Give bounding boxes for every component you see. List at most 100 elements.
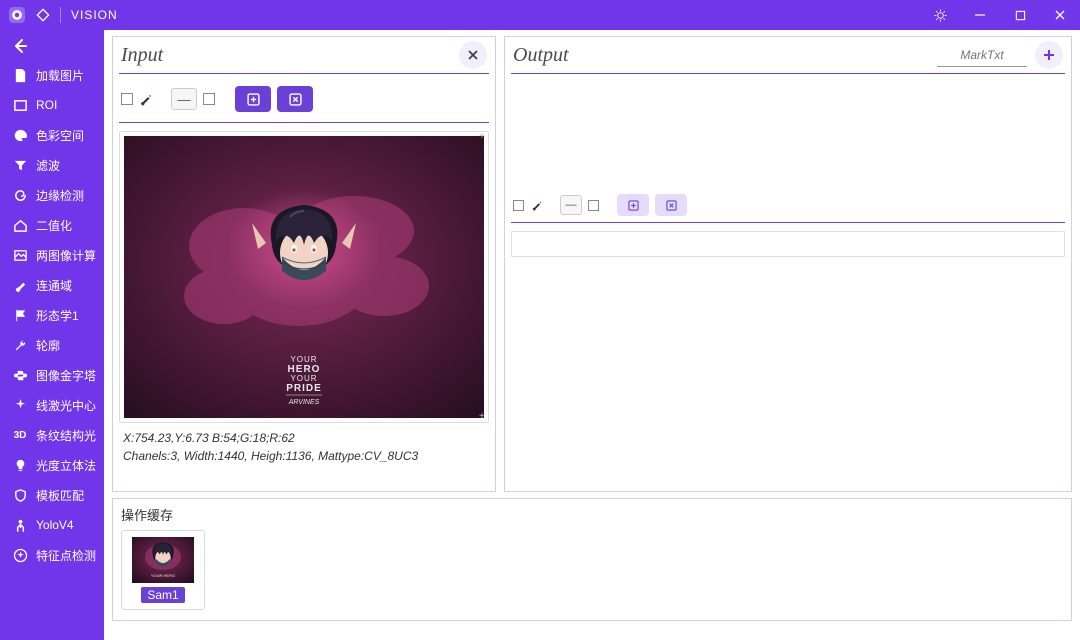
- cache-item[interactable]: YOUR HERO Sam1: [121, 530, 205, 610]
- theme-toggle-button[interactable]: [920, 0, 960, 30]
- sidebar-item-yolo[interactable]: YoloV4: [0, 510, 104, 540]
- maximize-button[interactable]: [1000, 0, 1040, 30]
- main-area: Input —: [104, 30, 1080, 640]
- sidebar-item-connected[interactable]: 连通域: [0, 270, 104, 300]
- sidebar-item-label: 形态学1: [36, 307, 79, 324]
- output-add-button[interactable]: [1035, 41, 1063, 69]
- arrow-left-icon: [12, 38, 28, 54]
- brush-icon: [530, 198, 544, 212]
- svg-text:YOUR: YOUR: [290, 374, 317, 383]
- sidebar-item-label: 色彩空间: [36, 127, 84, 144]
- x-box-icon: [289, 93, 302, 106]
- plus-icon: [1042, 48, 1056, 62]
- x-box-icon: [666, 200, 677, 211]
- sidebar-item-threshold[interactable]: 二值化: [0, 210, 104, 240]
- output-aux-checkbox[interactable]: [588, 200, 599, 211]
- sidebar-item-label: YoloV4: [36, 518, 74, 532]
- cache-item-label: Sam1: [141, 587, 184, 603]
- sidebar-item-roi[interactable]: ROI: [0, 90, 104, 120]
- sidebar-item-template-match[interactable]: 模板匹配: [0, 480, 104, 510]
- svg-text:YOUR: YOUR: [290, 355, 317, 364]
- input-toolbar: —: [113, 74, 495, 122]
- input-close-button[interactable]: [459, 41, 487, 69]
- sidebar-item-edge-detect[interactable]: 边缘检测: [0, 180, 104, 210]
- sidebar-item-label: 模板匹配: [36, 487, 84, 504]
- minimize-icon: [974, 9, 986, 21]
- sidebar-item-label: 轮廓: [36, 337, 60, 354]
- output-visibility-checkbox[interactable]: [513, 200, 524, 211]
- sidebar-item-label: 特征点检测: [36, 547, 96, 564]
- sidebar-item-label: 加载图片: [36, 67, 84, 84]
- output-add-box-button[interactable]: [617, 194, 649, 216]
- sidebar-item-feature-detect[interactable]: 特征点检测: [0, 540, 104, 570]
- titlebar-divider: [60, 7, 61, 23]
- bulb-icon: [12, 457, 28, 473]
- output-panel: Output —: [504, 36, 1072, 492]
- sidebar-item-two-image-calc[interactable]: 两图像计算: [0, 240, 104, 270]
- minimize-button[interactable]: [960, 0, 1000, 30]
- resize-handle-icon[interactable]: +: [479, 413, 487, 421]
- output-toolbar: —: [505, 188, 1071, 222]
- svg-text:YOUR HERO: YOUR HERO: [151, 573, 175, 578]
- sidebar-item-label: 边缘检测: [36, 187, 84, 204]
- back-button[interactable]: [0, 32, 104, 60]
- swirl-icon: [12, 187, 28, 203]
- mark-text-input[interactable]: [937, 44, 1027, 67]
- input-image: YOUR HERO YOUR PRIDE ARVINES: [124, 136, 484, 418]
- input-add-button[interactable]: [235, 86, 271, 112]
- layers-icon: [12, 247, 28, 263]
- rectangle-icon: [12, 97, 28, 113]
- sidebar-item-photometric[interactable]: 光度立体法: [0, 450, 104, 480]
- cache-panel: 操作缓存 YOUR HERO Sam1: [112, 498, 1072, 621]
- sidebar-item-morphology[interactable]: 形态学1: [0, 300, 104, 330]
- input-remove-button[interactable]: [277, 86, 313, 112]
- sidebar-item-label: 条纹结构光: [36, 427, 96, 444]
- sidebar-item-colorspace[interactable]: 色彩空间: [0, 120, 104, 150]
- python-icon: [12, 367, 28, 383]
- input-panel: Input —: [112, 36, 496, 492]
- filter-icon: [12, 157, 28, 173]
- brush-icon: [12, 277, 28, 293]
- sparkle-icon: [12, 397, 28, 413]
- close-icon: [1054, 9, 1066, 21]
- palette-icon: [12, 127, 28, 143]
- three-d-icon: 3D: [12, 427, 28, 443]
- sidebar-item-structured-light[interactable]: 3D 条纹结构光: [0, 420, 104, 450]
- divider: [119, 122, 489, 123]
- output-result-slot: [511, 231, 1065, 257]
- diamond-icon: [34, 6, 52, 24]
- shield-icon: [12, 487, 28, 503]
- wrench-icon: [12, 337, 28, 353]
- sidebar-item-filter[interactable]: 滤波: [0, 150, 104, 180]
- sidebar-item-label: 连通域: [36, 277, 72, 294]
- close-button[interactable]: [1040, 0, 1080, 30]
- sidebar-item-contour[interactable]: 轮廓: [0, 330, 104, 360]
- flag-icon: [12, 307, 28, 323]
- brush-icon: [139, 92, 153, 106]
- maximize-icon: [1015, 10, 1026, 21]
- sidebar-item-laser-center[interactable]: 线激光中心: [0, 390, 104, 420]
- house-icon: [12, 217, 28, 233]
- input-minus-button[interactable]: —: [171, 88, 197, 110]
- input-aux-checkbox[interactable]: [203, 93, 215, 105]
- output-remove-box-button[interactable]: [655, 194, 687, 216]
- sidebar-item-label: 滤波: [36, 157, 60, 174]
- sidebar-item-load-image[interactable]: 加载图片: [0, 60, 104, 90]
- sidebar-item-label: 光度立体法: [36, 457, 96, 474]
- titlebar: VISION: [0, 0, 1080, 30]
- svg-text:PRIDE: PRIDE: [286, 383, 322, 394]
- cache-panel-title: 操作缓存: [121, 505, 1063, 524]
- input-image-viewer[interactable]: + +: [119, 131, 489, 423]
- plus-box-icon: [628, 200, 639, 211]
- image-file-icon: [12, 67, 28, 83]
- svg-text:ARVINES: ARVINES: [288, 399, 320, 406]
- sidebar: 加载图片 ROI 色彩空间 滤波 边缘检测 二值化 两图像计算 连通域: [0, 30, 104, 640]
- app-logo-icon: [8, 6, 26, 24]
- mat-info-line: Chanels:3, Width:1440, Heigh:1136, Matty…: [123, 447, 485, 465]
- sidebar-item-label: 线激光中心: [36, 397, 96, 414]
- input-visibility-checkbox[interactable]: [121, 93, 133, 105]
- resize-handle-icon[interactable]: +: [479, 133, 487, 141]
- sidebar-item-pyramid[interactable]: 图像金字塔: [0, 360, 104, 390]
- output-minus-button[interactable]: —: [560, 195, 582, 215]
- star-circle-icon: [12, 547, 28, 563]
